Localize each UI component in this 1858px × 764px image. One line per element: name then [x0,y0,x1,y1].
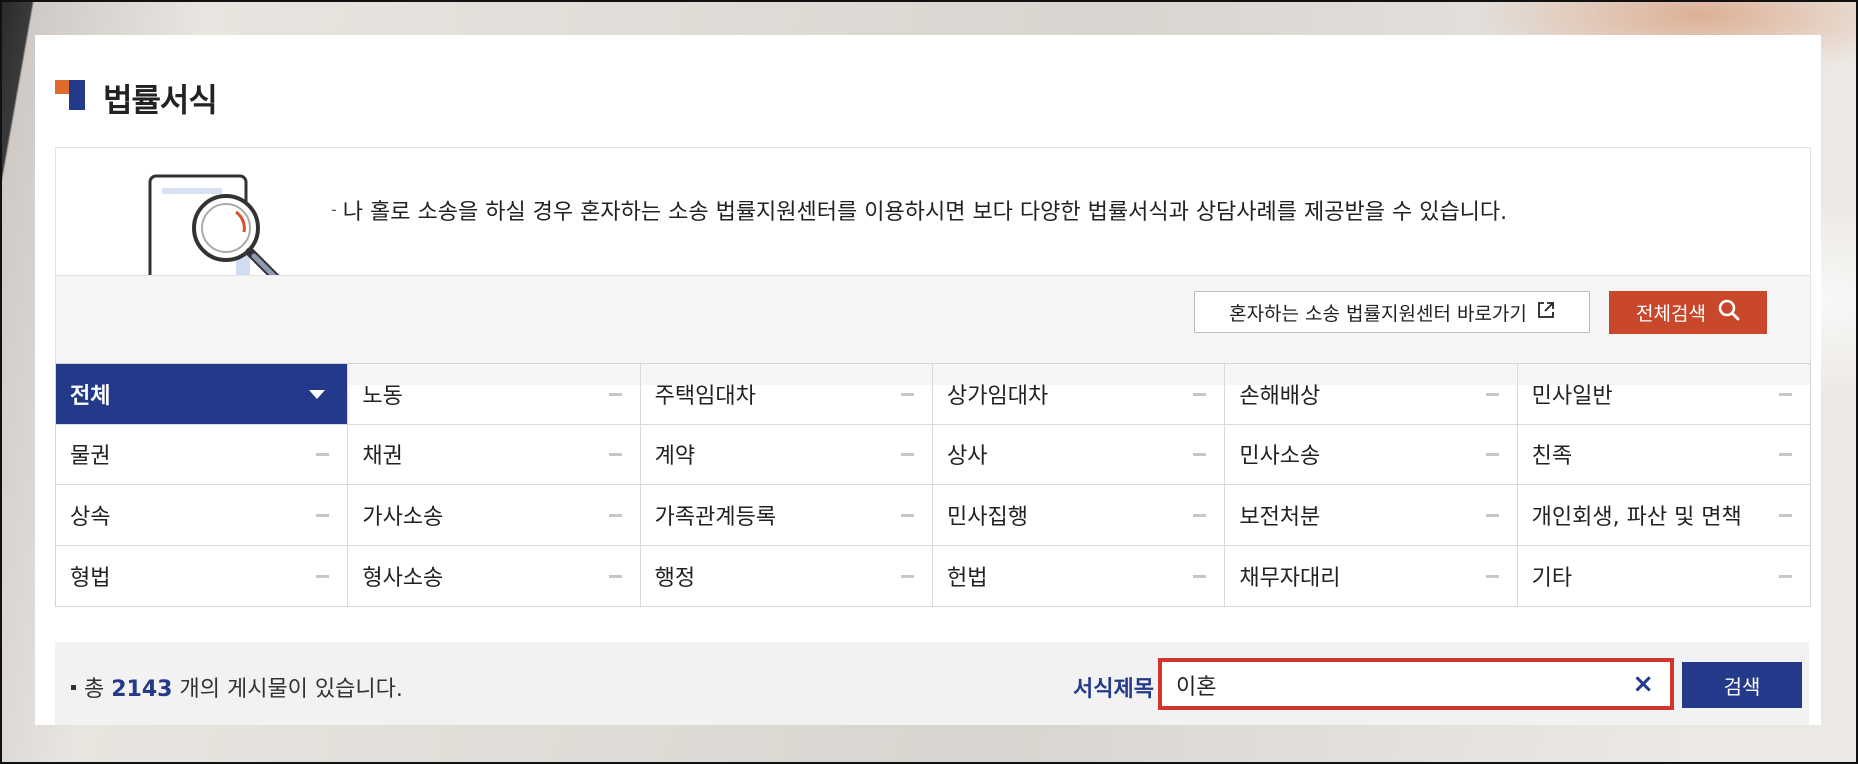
category-item[interactable]: 형사소송 [348,545,641,606]
legal-support-center-link[interactable]: 혼자하는 소송 법률지원센터 바로가기 [1194,291,1590,333]
category-item[interactable]: 친족 [1517,425,1810,485]
form-title-search-field: × [1158,658,1674,710]
minus-icon [1779,392,1792,396]
category-item[interactable]: 헌법 [933,545,1226,606]
search-all-button[interactable]: 전체검색 [1609,291,1767,334]
category-item[interactable]: 개인회생, 파산 및 면책 [1517,485,1810,546]
minus-icon [901,392,914,396]
minus-icon [901,453,914,457]
search-all-label: 전체검색 [1636,303,1706,325]
category-item[interactable]: 주택임대차 [640,364,933,425]
category-item[interactable]: 가족관계등록 [640,485,933,546]
minus-icon [1485,392,1499,396]
category-item[interactable]: 채무자대리 [1225,545,1518,606]
category-item[interactable]: 행정 [641,545,933,606]
minus-icon [1485,513,1499,517]
category-item[interactable]: 채권 [348,424,641,485]
category-item[interactable]: 계약 [640,424,933,485]
minus-icon [316,453,330,457]
search-bar: 총 2143 개의 게시물이 있습니다. 서식제목 × 검색 [55,642,1809,725]
post-count: 총 2143 개의 게시물이 있습니다. [71,671,403,703]
minus-icon [901,574,914,578]
category-item[interactable]: 민사소송 [1225,424,1518,485]
category-item[interactable]: 가사소송 [348,485,641,546]
minus-icon [1193,392,1207,396]
minus-icon [608,453,622,457]
form-title-search-input[interactable] [1176,670,1616,700]
minus-icon [316,574,330,578]
minus-icon [1485,453,1499,457]
minus-icon [901,513,914,517]
category-grid: 전체 노동 주택임대차 상가임대차 손해배상 민사일반 물권 채권 계약 상사 … [55,363,1811,607]
category-item[interactable]: 상가임대차 [933,364,1226,425]
page-title: 법률서식 [103,81,218,119]
minus-icon [608,513,622,517]
post-count-number: 2143 [111,677,173,702]
minus-icon [1779,453,1792,457]
category-item[interactable]: 노동 [348,364,641,425]
document-magnifier-icon [136,166,286,275]
minus-icon [1779,574,1792,578]
category-item[interactable]: 상속 [56,485,349,546]
category-item[interactable]: 민사집행 [933,485,1226,546]
search-icon [1718,299,1740,326]
clear-icon[interactable]: × [1632,668,1654,700]
minus-icon [1779,513,1792,517]
minus-icon [1193,574,1207,578]
minus-icon [1485,574,1499,578]
minus-icon [1193,513,1207,517]
external-link-icon [1537,301,1555,324]
intro-description: -나 홀로 소송을 하실 경우 혼자하는 소송 법률지원센터를 이용하시면 보다… [331,200,1508,225]
form-title-label: 서식제목 [1073,677,1154,702]
minus-icon [608,574,622,578]
minus-icon [316,513,330,517]
intro-box: -나 홀로 소송을 하실 경우 혼자하는 소송 법률지원센터를 이용하시면 보다… [55,147,1811,385]
category-item[interactable]: 상사 [933,424,1226,485]
category-item[interactable]: 보전처분 [1225,485,1518,546]
category-item[interactable]: 기타 [1518,546,1810,607]
minus-icon [608,392,622,396]
category-item[interactable]: 형법 [56,545,349,606]
caret-down-icon [309,389,326,399]
category-item[interactable]: 물권 [56,424,349,485]
category-item[interactable]: 손해배상 [1225,364,1518,425]
legal-support-center-link-label: 혼자하는 소송 법률지원센터 바로가기 [1229,302,1527,325]
title-mark-icon [55,80,85,110]
minus-icon [1193,453,1207,457]
category-all[interactable]: 전체 [56,364,349,425]
legal-forms-panel: 법률서식 -나 홀로 소송을 하실 경우 혼자하는 소송 법률지원센터를 이용하… [35,35,1821,725]
bullet-icon [71,685,76,690]
category-item[interactable]: 민사일반 [1517,364,1810,425]
search-button[interactable]: 검색 [1682,662,1802,708]
